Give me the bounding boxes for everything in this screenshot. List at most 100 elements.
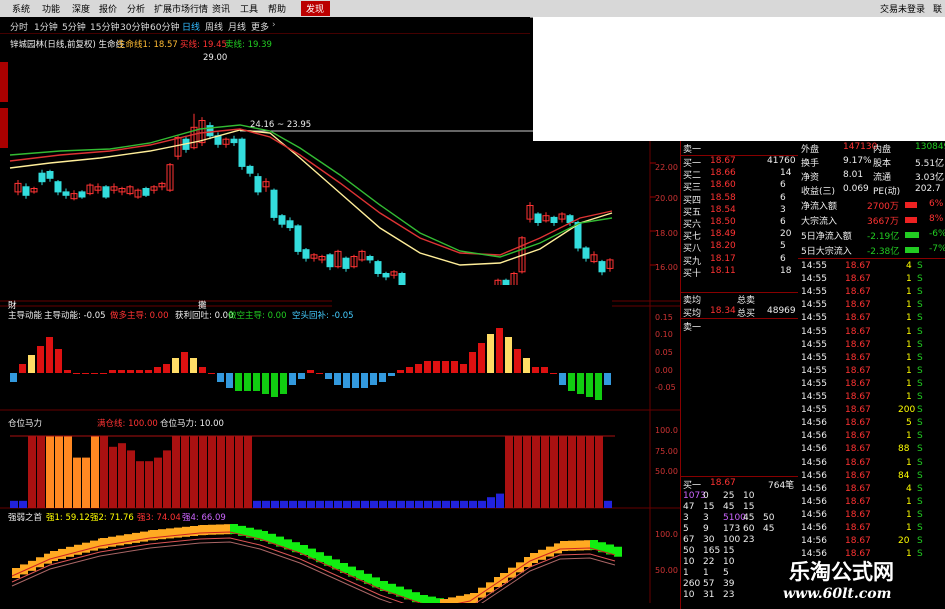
position-bar [91, 436, 99, 508]
book-label: 买八 [683, 244, 702, 255]
period-daily[interactable]: 日线 [182, 20, 200, 33]
book-label: 买二 [683, 171, 702, 182]
queue-cell: 67 [683, 535, 695, 545]
momentum-bar [460, 364, 467, 373]
queue-cell: 260 [683, 579, 701, 589]
strength-block [108, 536, 116, 547]
momentum-bar [199, 367, 206, 373]
tick-vol: 1 [906, 287, 912, 298]
position-bar [586, 436, 594, 508]
candle-body [326, 254, 334, 268]
period-weekly[interactable]: 周线 [205, 20, 223, 33]
momentum-bar [541, 367, 548, 373]
momentum-bar [118, 370, 125, 373]
avg-sell-label: 卖均 [683, 296, 702, 306]
flow-key: 5日净流入额 [801, 232, 852, 242]
stat-key2: 股本 [873, 159, 892, 169]
period-tick[interactable]: 分时 [10, 20, 28, 33]
menu-analysis[interactable]: 分析 [127, 2, 145, 15]
tick-vol: 1 [906, 457, 912, 468]
book-vol: 18 [780, 265, 792, 276]
stat-value: 8.01 [843, 170, 864, 180]
period-60min[interactable]: 60分钟 [150, 20, 179, 33]
book-label: 买十 [683, 268, 702, 279]
momentum-bar [127, 370, 134, 373]
position-bar [361, 500, 369, 508]
menu-info[interactable]: 资讯 [212, 2, 230, 15]
stat-value2: 3.03亿 [915, 173, 945, 183]
period-1min[interactable]: 1分钟 [34, 20, 58, 33]
flow-pct: -7% [929, 244, 945, 254]
position-bar [289, 500, 297, 508]
position-bar [523, 436, 531, 508]
menu-tools[interactable]: 工具 [240, 2, 258, 15]
flow-pct: 8% [929, 214, 944, 224]
menu-function[interactable]: 功能 [42, 2, 60, 15]
tick-price: 18.67 [845, 431, 871, 442]
momentum-bar [244, 373, 251, 391]
tick-side: S [917, 313, 923, 324]
strength-block [90, 540, 98, 551]
momentum-bar [154, 367, 161, 373]
strength-block [158, 529, 166, 540]
momentum-bar [415, 364, 422, 373]
queue-cell: 3 [683, 513, 689, 523]
tick-price: 18.67 [845, 352, 871, 363]
strength-block [50, 551, 58, 561]
book-label: 买七 [683, 232, 702, 243]
stat-key: 收益(三) [801, 187, 836, 197]
menu-help[interactable]: 帮助 [268, 2, 286, 15]
momentum-bar [253, 373, 260, 391]
tick-vol: 5 [906, 418, 912, 429]
candle-body [302, 249, 310, 259]
chevron-right-icon[interactable]: › [272, 20, 276, 30]
tick-vol: 1 [906, 352, 912, 363]
menu-quote[interactable]: 报价 [99, 2, 117, 15]
tick-vol: 1 [906, 496, 912, 507]
position-bar [379, 500, 387, 508]
momentum-bar [235, 373, 242, 391]
menu-link[interactable]: 联 [933, 2, 942, 15]
strength-block [140, 531, 148, 542]
menu-depth[interactable]: 深度 [72, 2, 90, 15]
tick-side: S [917, 339, 923, 350]
strength-block [74, 544, 82, 555]
flow-bar [905, 247, 919, 253]
flow-pct: 6% [929, 199, 944, 209]
candle-body [22, 186, 30, 196]
menu-extended-market[interactable]: 扩展市场行情 [154, 2, 208, 15]
position-bar [172, 436, 180, 508]
menu-discover[interactable]: 发现 [306, 2, 324, 15]
axis-ind2-1: 75.00 [655, 447, 678, 456]
momentum-bar [343, 373, 350, 388]
book-price: 18.54 [710, 204, 736, 215]
white-overlay [533, 17, 945, 141]
menu-login-status[interactable]: 交易未登录 [880, 2, 925, 15]
period-30min[interactable]: 30分钟 [120, 20, 149, 33]
momentum-bar [379, 373, 386, 382]
position-bar [433, 500, 441, 508]
tick-side: S [917, 300, 923, 311]
tick-side: S [917, 418, 923, 429]
period-more[interactable]: 更多 [251, 20, 269, 33]
position-bar [127, 450, 135, 508]
flow-bar [905, 217, 917, 223]
tick-side: S [917, 352, 923, 363]
momentum-bar [496, 328, 503, 373]
period-15min[interactable]: 15分钟 [90, 20, 119, 33]
book-vol: 5 [780, 241, 786, 252]
momentum-bar [604, 373, 611, 385]
tick-time: 14:55 [801, 378, 827, 389]
menu-system[interactable]: 系统 [12, 2, 30, 15]
ind3-name: 强弱之首 [8, 513, 43, 523]
black-overlay [332, 285, 612, 322]
tick-price: 18.67 [845, 326, 871, 337]
momentum-bar [46, 337, 53, 373]
period-monthly[interactable]: 月线 [228, 20, 246, 33]
position-bar [370, 500, 378, 508]
period-5min[interactable]: 5分钟 [62, 20, 86, 33]
position-bar [226, 436, 234, 508]
position-bar [424, 500, 432, 508]
tick-vol: 1 [906, 378, 912, 389]
queue-cell: 30 [703, 535, 715, 545]
